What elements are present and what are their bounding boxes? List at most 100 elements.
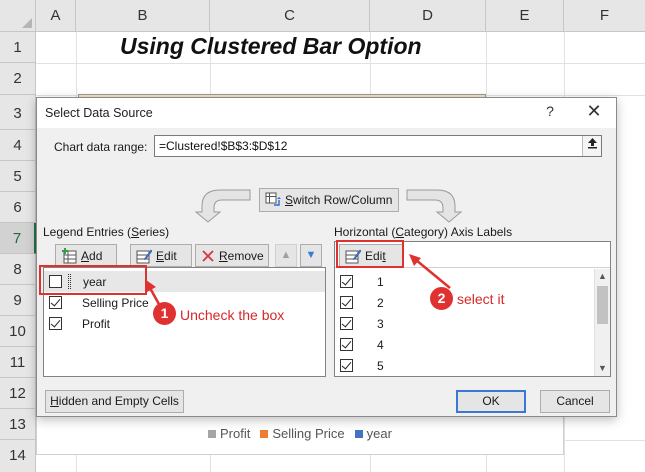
row-header-2[interactable]: 2	[0, 63, 36, 95]
axis-label-checkbox[interactable]	[340, 296, 353, 309]
column-header-a[interactable]: A	[36, 0, 76, 32]
row-header-12[interactable]: 12	[0, 378, 36, 409]
legend-swatch	[208, 429, 216, 438]
edit-label: Edit	[156, 249, 177, 263]
accelerator-key: H	[50, 394, 59, 408]
select-all-corner[interactable]	[0, 0, 36, 32]
legend-item-profit: Profit	[208, 426, 250, 441]
label-part: Legend Entries (	[43, 225, 132, 239]
accelerator-key: A	[81, 248, 90, 263]
move-up-button[interactable]: ▲	[275, 244, 297, 267]
list-item[interactable]: 3	[335, 313, 593, 334]
add-series-button[interactable]: Add	[55, 244, 117, 267]
row-header-10[interactable]: 10	[0, 316, 36, 347]
legend-item-year: year	[354, 426, 392, 441]
collapse-range-icon[interactable]	[582, 136, 601, 156]
column-header-f[interactable]: F	[564, 0, 645, 32]
accelerator-key: R	[219, 248, 228, 263]
axis-labels-list[interactable]: 1 2 3 4 5 ▲ ▼	[335, 269, 610, 376]
dialog-title: Select Data Source	[45, 106, 153, 120]
close-icon[interactable]: ✕	[582, 101, 606, 122]
axis-label-checkbox[interactable]	[340, 359, 353, 372]
column-header-c[interactable]: C	[210, 0, 370, 32]
profit-checkbox[interactable]	[49, 317, 62, 330]
axis-label-checkbox[interactable]	[340, 275, 353, 288]
row-header-5[interactable]: 5	[0, 161, 36, 192]
axis-labels-label: Horizontal (Category) Axis Labels	[334, 225, 512, 239]
chart-data-range-label: Chart data range:	[54, 140, 148, 154]
row-header-11[interactable]: 11	[0, 347, 36, 378]
list-item[interactable]: 5	[335, 355, 593, 376]
scroll-up-icon[interactable]: ▲	[595, 269, 610, 284]
accelerator-key: C	[395, 225, 405, 239]
select-data-source-dialog: Select Data Source ? ✕ Chart data range:…	[36, 97, 617, 417]
add-series-icon	[62, 247, 77, 263]
axis-labels-scrollbar[interactable]: ▲ ▼	[594, 269, 610, 376]
row-header-4[interactable]: 4	[0, 130, 36, 161]
row-header-8[interactable]: 8	[0, 254, 36, 285]
legend-swatch	[354, 429, 363, 438]
sheet-title[interactable]: Using Clustered Bar Option	[120, 33, 422, 60]
dialog-titlebar[interactable]: Select Data Source ? ✕	[37, 98, 616, 128]
row-header-6[interactable]: 6	[0, 192, 36, 223]
column-header-e[interactable]: E	[486, 0, 564, 32]
chart-data-range-input[interactable]: =Clustered!$B$3:$D$12	[154, 135, 602, 157]
upload-arrow-icon	[587, 138, 597, 149]
highlight-edit-button	[336, 240, 404, 268]
curved-arrow-right-icon	[406, 189, 463, 223]
help-icon[interactable]: ?	[540, 103, 560, 119]
selling-price-checkbox[interactable]	[49, 296, 62, 309]
remove-series-button[interactable]: Remove	[195, 244, 269, 267]
axis-label-value: 3	[377, 316, 384, 331]
cancel-button[interactable]: Cancel	[540, 390, 610, 413]
ok-button[interactable]: OK	[456, 390, 526, 413]
grid-line	[36, 63, 645, 64]
row-header-13[interactable]: 13	[0, 409, 36, 440]
row-header-7[interactable]: 7	[0, 223, 36, 254]
remove-x-icon	[202, 249, 214, 262]
legend-label: Selling Price	[272, 426, 345, 441]
axis-label-value: 5	[377, 358, 384, 373]
add-label: Add	[81, 249, 102, 263]
switch-row-column-icon	[265, 192, 281, 206]
step-1-badge: 1	[153, 302, 176, 325]
switch-row-column-button[interactable]: Switch Row/Column	[259, 188, 399, 212]
remove-label: Remove	[219, 249, 264, 263]
edit-icon	[136, 249, 152, 263]
row-header-9[interactable]: 9	[0, 285, 36, 316]
switch-row-column-label: Switch Row/Column	[285, 193, 392, 207]
axis-label-value: 4	[377, 337, 384, 352]
highlight-year-checkbox	[39, 265, 147, 295]
series-label: Selling Price	[82, 295, 149, 310]
select-all-triangle-icon	[22, 18, 32, 28]
axis-label-checkbox[interactable]	[340, 317, 353, 330]
accelerator-key: S	[131, 225, 140, 239]
column-header-b[interactable]: B	[76, 0, 210, 32]
column-header-d[interactable]: D	[370, 0, 486, 32]
series-label: Profit	[82, 316, 111, 331]
step-2-badge: 2	[430, 287, 453, 310]
scroll-thumb[interactable]	[597, 286, 608, 324]
list-item[interactable]: 4	[335, 334, 593, 355]
label-part: ategory) Axis Labels	[404, 225, 513, 239]
label-rest: dd	[89, 248, 103, 263]
label-part: eries)	[139, 225, 170, 239]
step-2-note: select it	[457, 291, 505, 307]
chart-legend[interactable]: Profit Selling Price year	[208, 426, 392, 441]
row-header-1[interactable]: 1	[0, 32, 36, 63]
list-item[interactable]: 1	[335, 271, 593, 292]
label-part: Horizontal (	[334, 225, 396, 239]
label-rest: emove	[227, 248, 264, 263]
hidden-empty-cells-button[interactable]: Hidden and Empty Cells	[45, 390, 184, 413]
accelerator-key: S	[285, 193, 294, 207]
scroll-down-icon[interactable]: ▼	[595, 361, 610, 376]
accelerator-key: E	[156, 248, 165, 263]
move-down-button[interactable]: ▼	[300, 244, 322, 267]
axis-label-value: 1	[377, 274, 384, 289]
axis-label-checkbox[interactable]	[340, 338, 353, 351]
edit-series-button[interactable]: Edit	[130, 244, 192, 267]
label-rest: idden and Empty Cells	[58, 394, 179, 408]
row-header-3[interactable]: 3	[0, 95, 36, 130]
legend-item-selling-price: Selling Price	[260, 426, 345, 441]
row-header-14[interactable]: 14	[0, 440, 36, 472]
